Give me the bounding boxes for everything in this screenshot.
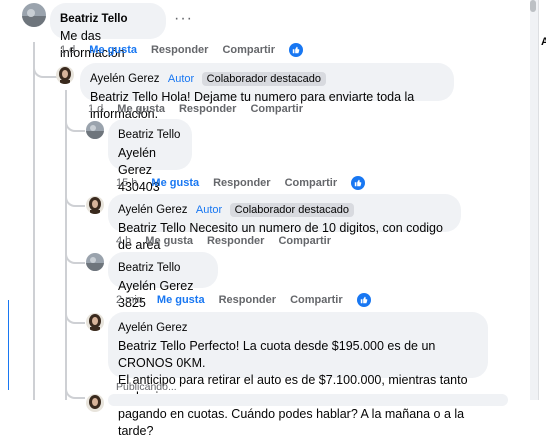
scrollbar-thumb[interactable]	[530, 0, 536, 12]
thread-connector	[33, 62, 57, 78]
avatar[interactable]	[86, 196, 104, 214]
comment-actions: 1 d Me gusta Responder Compartir	[88, 103, 317, 115]
thread-connector	[65, 191, 85, 207]
avatar[interactable]	[56, 66, 74, 84]
reply-composer[interactable]	[108, 394, 508, 406]
author-badge: Autor	[195, 204, 223, 216]
comment-bubble: Beatriz Tello Me das información	[50, 3, 166, 60]
mention-link[interactable]: Beatriz Tello	[118, 221, 186, 235]
reply-button[interactable]: Responder	[151, 44, 208, 56]
reply-button[interactable]: Responder	[219, 294, 276, 306]
like-button[interactable]: Me gusta	[145, 235, 193, 247]
reply-button[interactable]: Responder	[207, 235, 264, 247]
like-reaction-icon[interactable]	[351, 176, 366, 190]
comment-time[interactable]: 1 d	[60, 44, 75, 56]
mention-link[interactable]: Ayelén Gerez	[118, 145, 182, 179]
avatar[interactable]	[86, 253, 104, 271]
comment-time[interactable]: 2 min	[116, 294, 143, 306]
avatar[interactable]	[22, 3, 46, 27]
right-panel-edge: A	[538, 0, 546, 400]
top-contributor-badge: Colaborador destacado	[229, 203, 355, 217]
thread-line-main	[33, 42, 35, 400]
comment-actions: 15 h Me gusta Responder Compartir	[116, 176, 379, 190]
like-button[interactable]: Me gusta	[157, 294, 205, 306]
comment-text-line: pagando en cuotas. Cuándo podes hablar? …	[118, 407, 465, 438]
mention-link[interactable]: Beatriz Tello	[118, 339, 186, 353]
avatar[interactable]	[86, 394, 104, 412]
comment-bubble: Ayelén Gerez Autor Colaborador destacado…	[108, 194, 461, 252]
reply-button[interactable]: Responder	[179, 103, 236, 115]
comment-author[interactable]: Ayelén Gerez	[90, 73, 159, 85]
comment-bubble: Beatriz Tello Ayelén Gerez 3825	[108, 252, 218, 310]
share-button[interactable]: Compartir	[290, 294, 343, 306]
like-button[interactable]: Me gusta	[151, 177, 199, 189]
share-button[interactable]: Compartir	[222, 44, 275, 56]
comment-actions: 1 d Me gusta Responder Compartir	[60, 43, 317, 57]
comment-author[interactable]: Ayelén Gerez	[118, 204, 187, 216]
thread-connector	[65, 248, 85, 264]
share-button[interactable]: Compartir	[250, 103, 303, 115]
share-button[interactable]: Compartir	[285, 177, 338, 189]
share-button[interactable]: Compartir	[278, 235, 331, 247]
thread-connector	[65, 385, 85, 399]
comment-time[interactable]: 1 d	[88, 103, 103, 115]
right-panel-letter: A	[541, 36, 546, 48]
avatar[interactable]	[86, 121, 104, 139]
comment-author[interactable]: Beatriz Tello	[60, 13, 128, 25]
publishing-status: Publicando...	[116, 381, 177, 393]
reply-button[interactable]: Responder	[213, 177, 270, 189]
thread-connector	[65, 116, 85, 132]
comment-author[interactable]: Beatriz Tello	[118, 129, 180, 141]
comment-author[interactable]: Beatriz Tello	[118, 262, 180, 274]
avatar[interactable]	[86, 313, 104, 331]
comment-actions: 4 h Me gusta Responder Compartir	[116, 235, 345, 247]
thread-connector	[65, 308, 85, 324]
focus-indicator	[8, 300, 9, 390]
comment-bubble: Beatriz Tello Ayelén Gerez 430403	[108, 119, 192, 194]
like-reaction-icon[interactable]	[356, 293, 371, 307]
like-reaction-icon[interactable]	[289, 43, 304, 57]
like-button[interactable]: Me gusta	[89, 44, 137, 56]
mention-link[interactable]: Ayelén Gerez	[118, 279, 194, 293]
more-options-icon[interactable]: ···	[174, 10, 193, 28]
comment-time[interactable]: 4 h	[116, 235, 131, 247]
top-contributor-badge: Colaborador destacado	[201, 72, 327, 86]
comment-text: Beatriz Tello Perfecto! La cuota desde $…	[118, 339, 436, 370]
comment-actions: 2 min Me gusta Responder Compartir	[116, 293, 385, 307]
comment-time[interactable]: 15 h	[116, 177, 137, 189]
mention-link[interactable]: Beatriz Tello	[90, 90, 158, 104]
comment-bubble: Ayelén Gerez Beatriz Tello Perfecto! La …	[108, 312, 488, 438]
author-badge: Autor	[167, 73, 195, 85]
comment-bubble: Ayelén Gerez Autor Colaborador destacado…	[80, 63, 454, 121]
comment-author[interactable]: Ayelén Gerez	[118, 322, 187, 334]
thread-line-reply	[65, 90, 67, 400]
like-button[interactable]: Me gusta	[117, 103, 165, 115]
